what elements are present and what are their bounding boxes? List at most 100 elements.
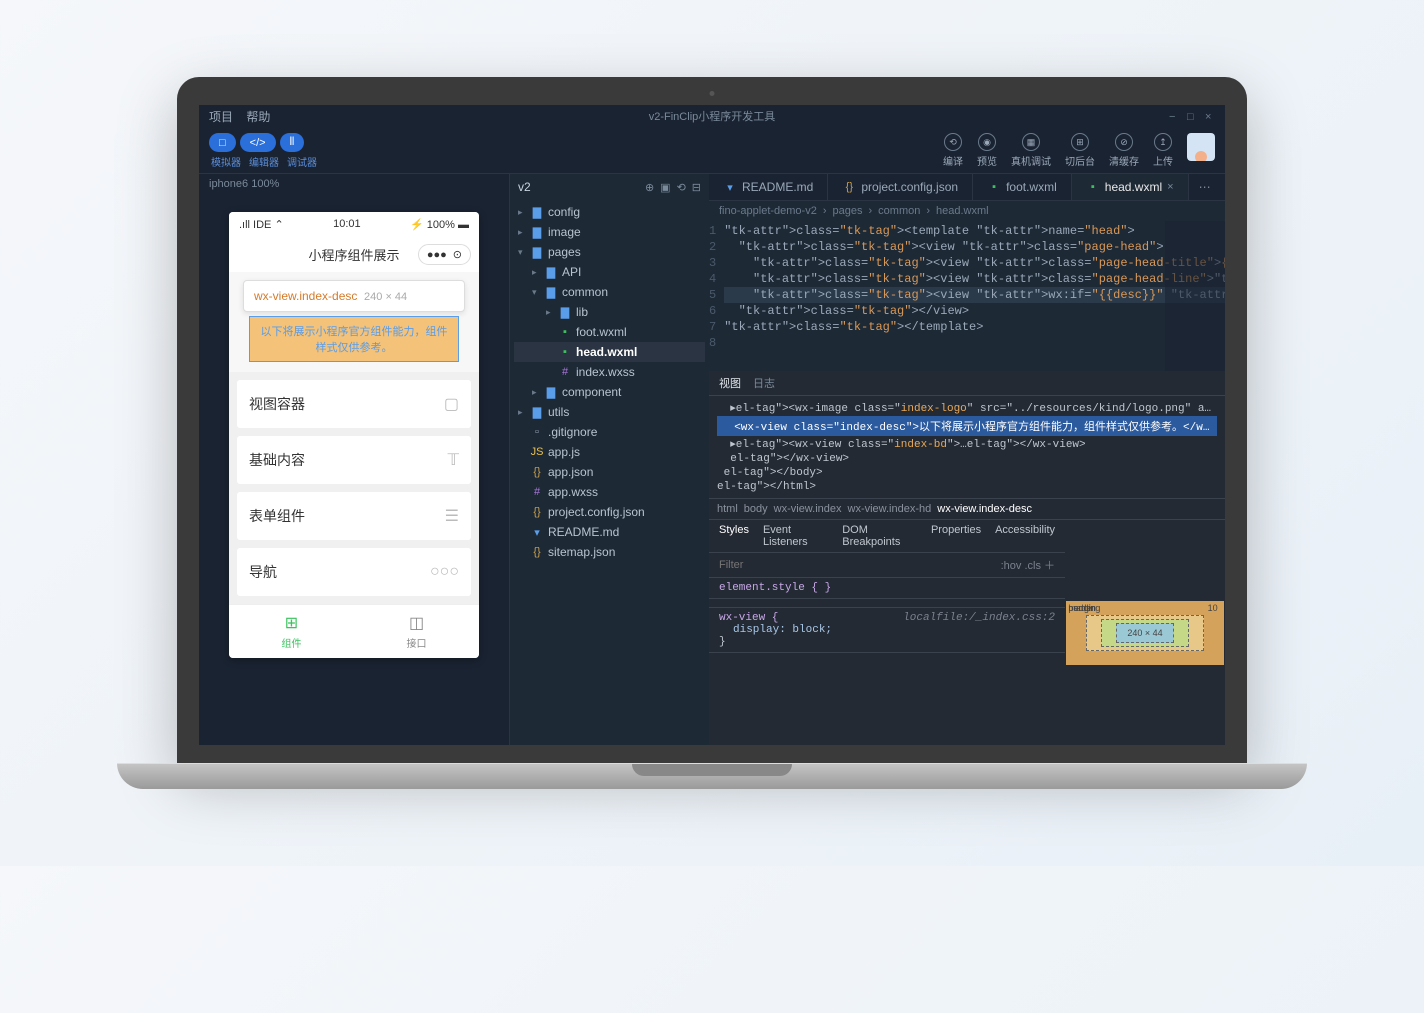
- code-line[interactable]: "tk-attr">class="tk-tag"><view "tk-attr"…: [724, 239, 1225, 255]
- css-rule[interactable]: </span><div class="css-sel">.index-desc …: [709, 599, 1065, 608]
- code-line[interactable]: "tk-attr">class="tk-tag"></view>: [724, 303, 1225, 319]
- tree-node[interactable]: #index.wxss: [514, 362, 705, 382]
- tab-filename: foot.wxml: [1006, 180, 1057, 194]
- code-line[interactable]: "tk-attr">class="tk-tag"><view "tk-attr"…: [724, 287, 1225, 303]
- tool-清缓存[interactable]: ⊘清缓存: [1109, 133, 1139, 168]
- capsule-menu[interactable]: ●●● ⊙: [418, 244, 471, 265]
- dom-crumb[interactable]: wx-view.index-hd: [848, 503, 932, 515]
- style-tab[interactable]: Properties: [931, 524, 981, 548]
- mode-debugger[interactable]: ⫴: [280, 133, 305, 152]
- style-tab[interactable]: DOM Breakpoints: [842, 524, 917, 548]
- tree-node[interactable]: ▸▇component: [514, 382, 705, 402]
- tree-node[interactable]: ▸▇API: [514, 262, 705, 282]
- code-line[interactable]: "tk-attr">class="tk-tag"><view "tk-attr"…: [724, 255, 1225, 271]
- css-rule[interactable]: localfile:/_index.css:2wx-view {display:…: [709, 608, 1065, 653]
- selected-element[interactable]: 以下将展示小程序官方组件能力，组件样式仅供参考。: [249, 316, 459, 362]
- menu-item[interactable]: 基础内容𝕋: [237, 436, 471, 484]
- tool-切后台[interactable]: ⊞切后台: [1065, 133, 1095, 168]
- new-folder-icon[interactable]: ▣: [660, 181, 670, 194]
- tree-node[interactable]: {}sitemap.json: [514, 542, 705, 562]
- mode-editor[interactable]: </>: [240, 133, 276, 152]
- new-file-icon[interactable]: ⊕: [645, 181, 654, 194]
- code-line[interactable]: "tk-attr">class="tk-tag"><template "tk-a…: [724, 223, 1225, 239]
- code-line[interactable]: [724, 335, 1225, 351]
- element-line[interactable]: ▸el-tag"><wx-image class="index-logo" sr…: [717, 400, 1217, 416]
- minimize-button[interactable]: −: [1169, 111, 1179, 121]
- menu-label: 表单组件: [249, 506, 305, 526]
- maximize-button[interactable]: □: [1187, 111, 1197, 121]
- file-icon: #: [558, 366, 572, 378]
- style-tab[interactable]: Accessibility: [995, 524, 1055, 548]
- tree-node[interactable]: ▪foot.wxml: [514, 322, 705, 342]
- tree-node[interactable]: ▾README.md: [514, 522, 705, 542]
- tabs-more[interactable]: ⋯: [1189, 174, 1221, 200]
- devtools-tab-log[interactable]: 日志: [753, 375, 775, 391]
- tree-node[interactable]: # app.wxss: [514, 482, 705, 502]
- file-name: utils: [548, 405, 569, 419]
- menu-item[interactable]: 导航○○○: [237, 548, 471, 596]
- styles-filter-controls[interactable]: :hov .cls ＋: [1001, 557, 1055, 573]
- close-button[interactable]: ×: [1205, 111, 1215, 121]
- element-line[interactable]: <wx-view class="index-desc">以下将展示小程序官方组件…: [717, 416, 1217, 436]
- nav-title: 小程序组件展示: [308, 245, 399, 264]
- file-name: app.wxss: [548, 485, 598, 499]
- dom-crumb[interactable]: body: [744, 503, 768, 515]
- style-tab[interactable]: Event Listeners: [763, 524, 828, 548]
- tree-node[interactable]: ▫.gitignore: [514, 422, 705, 442]
- menu-item[interactable]: 视图容器▢: [237, 380, 471, 428]
- tree-node[interactable]: ▸▇lib: [514, 302, 705, 322]
- mode-simulator[interactable]: □: [209, 133, 236, 152]
- minimap[interactable]: [1165, 221, 1225, 371]
- dom-crumb[interactable]: html: [717, 503, 738, 515]
- code-line[interactable]: "tk-attr">class="tk-tag"><view "tk-attr"…: [724, 271, 1225, 287]
- element-line[interactable]: ▸el-tag"><wx-view class="index-bd">…el-t…: [717, 436, 1217, 452]
- breadcrumb-item[interactable]: fino-applet-demo-v2: [719, 205, 817, 217]
- collapse-icon[interactable]: ⊟: [692, 181, 701, 194]
- style-tab[interactable]: Styles: [719, 524, 749, 548]
- code-line[interactable]: "tk-attr">class="tk-tag"></template>: [724, 319, 1225, 335]
- element-line[interactable]: el-tag"></body>: [717, 466, 1217, 480]
- tree-node[interactable]: {}project.config.json: [514, 502, 705, 522]
- menu-help[interactable]: 帮助: [246, 110, 270, 124]
- menu-project[interactable]: 项目: [209, 110, 233, 124]
- tree-node[interactable]: ▸▇utils: [514, 402, 705, 422]
- menu-item[interactable]: 表单组件☰: [237, 492, 471, 540]
- element-line[interactable]: el-tag"></html>: [717, 480, 1217, 494]
- tree-node[interactable]: {}app.json: [514, 462, 705, 482]
- breadcrumb-item[interactable]: common: [878, 205, 920, 217]
- file-icon: #: [530, 486, 544, 498]
- tabbar-item[interactable]: ⊞组件: [229, 605, 354, 658]
- styles-filter-input[interactable]: [719, 557, 861, 573]
- breadcrumb-item[interactable]: head.wxml: [936, 205, 989, 217]
- tab-filename: README.md: [742, 180, 813, 194]
- dom-crumb[interactable]: wx-view.index: [774, 503, 842, 515]
- breadcrumb-item[interactable]: pages: [833, 205, 863, 217]
- editor-tab[interactable]: ▪foot.wxml: [973, 174, 1072, 200]
- editor-tab[interactable]: ▾README.md: [709, 174, 828, 200]
- tool-上传[interactable]: ↥上传: [1153, 133, 1173, 168]
- editor-tab[interactable]: ▪head.wxml×: [1072, 174, 1189, 200]
- css-rule[interactable]: element.style { }: [709, 578, 1065, 599]
- tool-label: 上传: [1153, 153, 1173, 168]
- tool-label: 切后台: [1065, 153, 1095, 168]
- tool-真机调试[interactable]: ▦真机调试: [1011, 133, 1051, 168]
- tool-编译[interactable]: ⟲编译: [943, 133, 963, 168]
- tree-node[interactable]: ▸▇config: [514, 202, 705, 222]
- file-name: foot.wxml: [576, 325, 627, 339]
- devtools-tab-view[interactable]: 视图: [719, 375, 741, 391]
- element-line[interactable]: el-tag"></wx-view>: [717, 452, 1217, 466]
- close-icon[interactable]: ×: [1167, 181, 1173, 193]
- tree-node[interactable]: ▾▇pages: [514, 242, 705, 262]
- refresh-icon[interactable]: ⟲: [677, 181, 686, 194]
- tree-node[interactable]: JSapp.js: [514, 442, 705, 462]
- avatar[interactable]: [1187, 133, 1215, 161]
- tool-预览[interactable]: ◉预览: [977, 133, 997, 168]
- tabbar-item[interactable]: ◫接口: [354, 605, 479, 658]
- dom-crumb[interactable]: wx-view.index-desc: [937, 503, 1032, 515]
- editor-tab[interactable]: {}project.config.json: [828, 174, 973, 200]
- tree-node[interactable]: ▸▇image: [514, 222, 705, 242]
- tree-node[interactable]: ▾▇common: [514, 282, 705, 302]
- file-name: image: [548, 225, 581, 239]
- chevron-icon: ▸: [546, 307, 554, 318]
- tree-node[interactable]: ▪head.wxml: [514, 342, 705, 362]
